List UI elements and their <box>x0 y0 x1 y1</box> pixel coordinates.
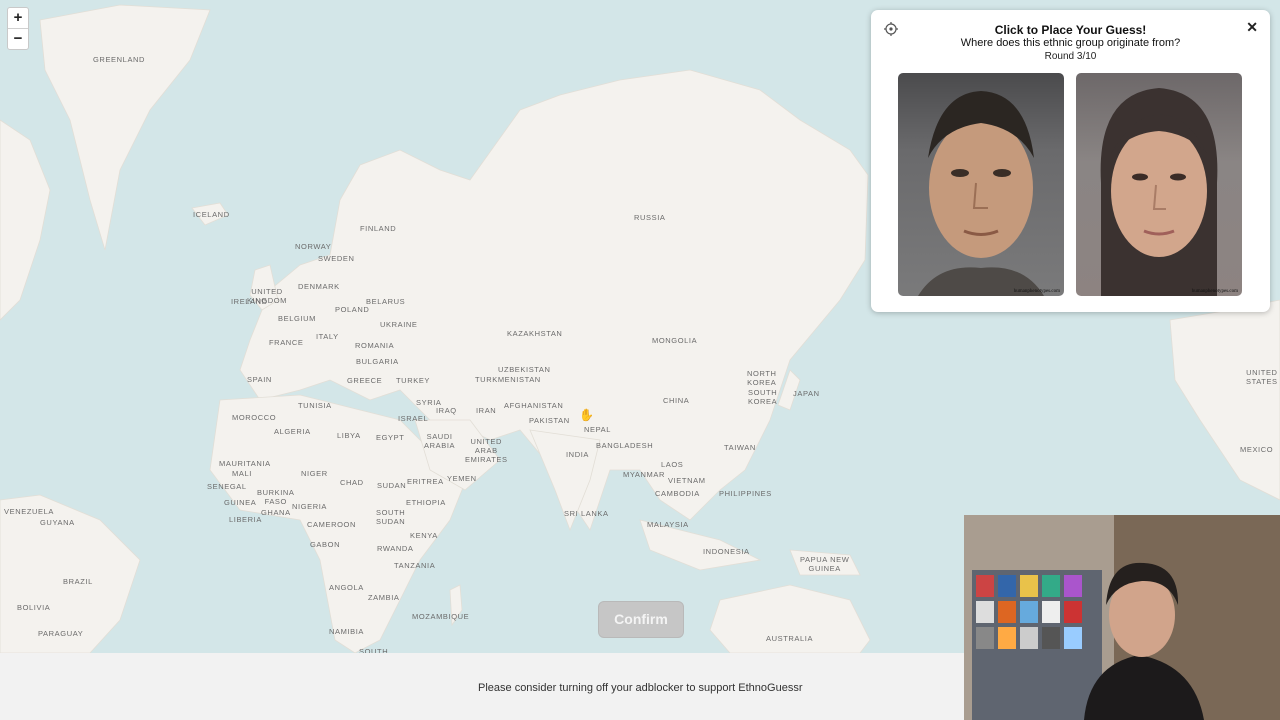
country-label: VENEZUELA <box>4 507 54 516</box>
country-label: AFGHANISTAN <box>504 401 564 410</box>
webcam-overlay <box>964 515 1280 720</box>
country-label: BULGARIA <box>356 357 399 366</box>
adblock-notice: Please consider turning off your adblock… <box>478 682 803 694</box>
zoom-in-button[interactable]: + <box>8 8 28 28</box>
country-label: BURKINA FASO <box>257 488 295 506</box>
country-label: BELARUS <box>366 297 406 306</box>
country-label: BOLIVIA <box>17 603 51 612</box>
country-label: UNITED STATES <box>1246 368 1278 386</box>
country-label: IRAN <box>476 406 497 415</box>
country-label: NAMIBIA <box>329 627 365 636</box>
watermark: humanphenotypes.com <box>1191 289 1238 294</box>
country-label: NIGER <box>301 469 328 478</box>
country-label: INDONESIA <box>703 547 750 556</box>
country-label: CHINA <box>663 396 690 405</box>
country-label: POLAND <box>335 305 370 314</box>
country-label: SWEDEN <box>318 254 355 263</box>
country-label: PAKISTAN <box>529 416 570 425</box>
country-label: BELGIUM <box>278 314 316 323</box>
country-label: DENMARK <box>298 282 340 291</box>
round-counter: Round 3/10 <box>1044 51 1097 62</box>
country-label: EGYPT <box>376 433 405 442</box>
country-label: TURKEY <box>396 376 431 385</box>
country-label: SENEGAL <box>207 482 247 491</box>
country-label: SAUDI ARABIA <box>424 432 456 450</box>
hand-cursor-icon: ✋ <box>579 408 594 422</box>
country-label: UKRAINE <box>380 320 418 329</box>
panel-title: Click to Place Your Guess! <box>994 23 1147 37</box>
country-label: ZAMBIA <box>368 593 400 602</box>
country-label: MAURITANIA <box>219 459 271 468</box>
watermark: humanphenotypes.com <box>1013 289 1060 294</box>
male-face-image: humanphenotypes.com <box>898 73 1064 296</box>
country-label: MONGOLIA <box>652 336 698 345</box>
country-label: PAPUA NEW GUINEA <box>800 555 850 573</box>
country-label: LIBYA <box>337 431 361 440</box>
country-label: CAMBODIA <box>655 489 700 498</box>
country-label: CAMEROON <box>307 520 356 529</box>
zoom-control: + − <box>7 7 29 50</box>
country-label: ISRAEL <box>398 414 429 423</box>
country-label: MOROCCO <box>232 413 277 422</box>
country-label: IRELAND <box>231 297 268 306</box>
country-label: ROMANIA <box>355 341 395 350</box>
country-label: JAPAN <box>793 389 820 398</box>
country-label: GREENLAND <box>93 55 146 64</box>
country-label: ANGOLA <box>329 583 364 592</box>
country-label: MEXICO <box>1240 445 1274 454</box>
country-label: TURKMENISTAN <box>475 375 541 384</box>
country-label: LAOS <box>661 460 684 469</box>
country-label: NEPAL <box>584 425 612 434</box>
country-label: CHAD <box>340 478 364 487</box>
country-label: ERITREA <box>407 477 444 486</box>
country-label: TUNISIA <box>298 401 332 410</box>
country-label: TAIWAN <box>724 443 756 452</box>
country-label: KAZAKHSTAN <box>507 329 563 338</box>
country-label: SOUTH SUDAN <box>376 508 406 526</box>
country-label: KENYA <box>410 531 438 540</box>
country-label: SPAIN <box>247 375 272 384</box>
zoom-out-button[interactable]: − <box>8 28 28 49</box>
country-label: UNITED ARAB EMIRATES <box>465 437 508 464</box>
country-label: RUSSIA <box>634 213 666 222</box>
country-label: FINLAND <box>360 224 397 233</box>
country-label: GHANA <box>261 508 291 517</box>
country-label: GREECE <box>347 376 383 385</box>
country-label: YEMEN <box>447 474 477 483</box>
country-label: GUINEA <box>224 498 257 507</box>
guess-panel: ✕ Click to Place Your Guess! Where does … <box>871 10 1270 312</box>
female-face-image: humanphenotypes.com <box>1076 73 1242 296</box>
country-label: GUYANA <box>40 518 75 527</box>
country-label: SUDAN <box>377 481 407 490</box>
country-label: NORTH KOREA <box>747 369 777 387</box>
country-label: AUSTRALIA <box>766 634 814 643</box>
country-label: LIBERIA <box>229 515 262 524</box>
country-label: ITALY <box>316 332 339 341</box>
country-label: INDIA <box>566 450 590 459</box>
country-label: MALI <box>232 469 252 478</box>
country-label: SOUTH KOREA <box>748 388 778 406</box>
country-label: MOZAMBIQUE <box>412 612 470 621</box>
country-label: FRANCE <box>269 338 304 347</box>
country-label: PARAGUAY <box>38 629 84 638</box>
country-label: IRAQ <box>436 406 457 415</box>
country-label: NORWAY <box>295 242 332 251</box>
country-label: RWANDA <box>377 544 414 553</box>
country-label: GABON <box>310 540 341 549</box>
country-label: PHILIPPINES <box>719 489 772 498</box>
country-label: TANZANIA <box>394 561 436 570</box>
country-label: ALGERIA <box>274 427 311 436</box>
country-label: ICELAND <box>193 210 230 219</box>
country-label: MALAYSIA <box>647 520 689 529</box>
country-label: BRAZIL <box>63 577 93 586</box>
country-label: NIGERIA <box>292 502 328 511</box>
country-label: ETHIOPIA <box>406 498 446 507</box>
country-label: VIETNAM <box>668 476 706 485</box>
country-label: SRI LANKA <box>564 509 609 518</box>
panel-question: Where does this ethnic group originate f… <box>960 37 1181 49</box>
country-label: BANGLADESH <box>596 441 654 450</box>
country-label: MYANMAR <box>623 470 665 479</box>
country-label: UZBEKISTAN <box>498 365 551 374</box>
confirm-button[interactable]: Confirm <box>598 601 684 638</box>
